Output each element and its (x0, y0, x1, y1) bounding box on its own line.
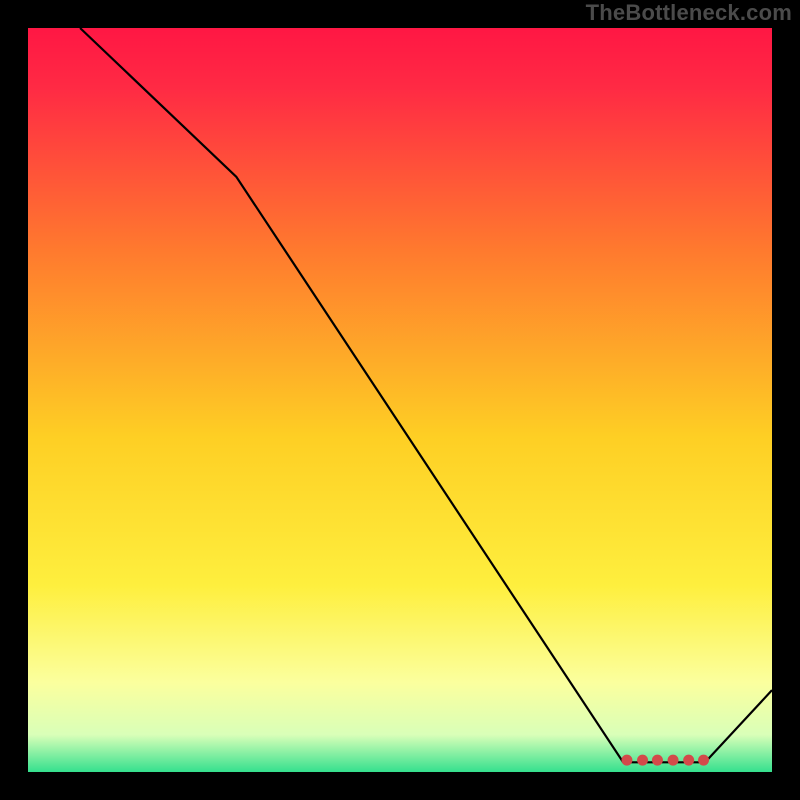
bottleneck-chart (0, 0, 800, 800)
flat-marker (698, 755, 709, 766)
chart-background (28, 28, 772, 772)
flat-marker (621, 755, 632, 766)
flat-marker (668, 755, 679, 766)
watermark-label: TheBottleneck.com (586, 0, 792, 26)
flat-marker (637, 755, 648, 766)
flat-marker (652, 755, 663, 766)
chart-container: TheBottleneck.com (0, 0, 800, 800)
flat-marker (683, 755, 694, 766)
